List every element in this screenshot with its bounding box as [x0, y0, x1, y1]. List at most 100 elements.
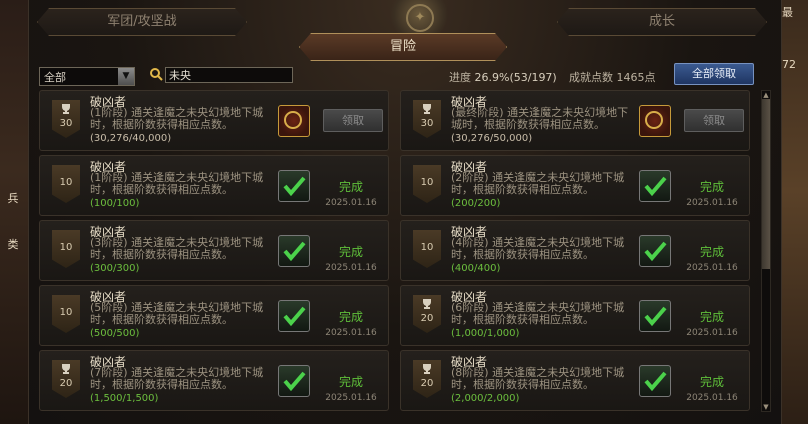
- reward-emblem-icon: [278, 105, 310, 137]
- complete-date: 2025.01.16: [686, 328, 738, 338]
- complete-date: 2025.01.16: [686, 393, 738, 403]
- badge-points: 20: [420, 378, 434, 389]
- achievement-progress: (200/200): [451, 198, 501, 209]
- achievement-progress: (300/300): [90, 263, 140, 274]
- left-edge-text: 类: [7, 238, 19, 251]
- complete-date: 2025.01.16: [325, 263, 377, 273]
- badge-points: 10: [59, 242, 73, 253]
- complete-status: 完成: [338, 180, 363, 194]
- claim-button[interactable]: 领取: [684, 109, 744, 132]
- achievement-progress: (100/100): [90, 198, 140, 209]
- achievement-card: 10 破凶者 (5阶段) 通关逢魔之未央幻境地下城时，根据阶数获得相应点数。 (500…: [39, 285, 389, 346]
- points-summary: 成就点数 1465点: [569, 69, 656, 85]
- tab-legion[interactable]: 军团/攻坚战: [37, 8, 247, 36]
- points-badge: 30: [52, 100, 80, 138]
- checkmark-icon: [278, 365, 310, 397]
- achievement-card: 30 破凶者 (1阶段) 通关逢魔之未央幻境地下城时，根据阶数获得相应点数。 (30,…: [39, 90, 389, 151]
- right-edge-text: 72: [782, 58, 796, 71]
- achievement-progress: (1,000/1,000): [451, 328, 520, 339]
- achievement-panel: ✦ 军团/攻坚战 成长 冒险 全部 ▼ 进度 26.9%(53/197) 成就点…: [28, 0, 782, 424]
- points-value: 1465点: [616, 71, 656, 84]
- achievement-progress: (400/400): [451, 263, 501, 274]
- points-badge: 20: [413, 295, 441, 333]
- achievement-description: (7阶段) 通关逢魔之未央幻境地下城时，根据阶数获得相应点数。: [90, 366, 264, 391]
- top-ornament: ✦: [384, 0, 454, 36]
- points-badge: 20: [52, 360, 80, 398]
- trophy-icon: [62, 104, 70, 114]
- achievement-description: (3阶段) 通关逢魔之未央幻境地下城时，根据阶数获得相应点数。: [90, 236, 264, 261]
- achievement-card: 10 破凶者 (3阶段) 通关逢魔之未央幻境地下城时，根据阶数获得相应点数。 (300…: [39, 220, 389, 281]
- progress-value: 26.9%(53/197): [474, 71, 557, 84]
- complete-status: 完成: [338, 245, 363, 259]
- achievement-progress: (1,500/1,500): [90, 393, 159, 404]
- scrollbar[interactable]: ▲ ▼: [761, 90, 771, 412]
- category-filter-select[interactable]: 全部 ▼: [39, 67, 135, 86]
- trophy-icon: [423, 104, 431, 114]
- complete-status: 完成: [338, 375, 363, 389]
- badge-points: 30: [59, 118, 73, 129]
- chevron-down-icon[interactable]: ▼: [118, 68, 134, 85]
- achievement-description: (1阶段) 通关逢魔之未央幻境地下城时，根据阶数获得相应点数。: [90, 171, 264, 196]
- achievement-description: (2阶段) 通关逢魔之未央幻境地下城时，根据阶数获得相应点数。: [451, 171, 625, 196]
- complete-date: 2025.01.16: [325, 393, 377, 403]
- right-edge-text: 最: [782, 6, 793, 19]
- checkmark-icon: [639, 235, 671, 267]
- achievement-card: 20 破凶者 (6阶段) 通关逢魔之未央幻境地下城时，根据阶数获得相应点数。 (1,0…: [400, 285, 750, 346]
- left-edge-background: 兵 类: [0, 0, 28, 424]
- achievement-progress: (30,276/50,000): [451, 133, 533, 144]
- achievement-list: 30 破凶者 (1阶段) 通关逢魔之未央幻境地下城时，根据阶数获得相应点数。 (30,…: [39, 90, 757, 411]
- points-badge: 10: [413, 165, 441, 203]
- badge-points: 10: [59, 307, 73, 318]
- achievement-description: (最终阶段) 通关逢魔之未央幻境地下城时，根据阶数获得相应点数。: [451, 106, 629, 131]
- complete-status: 完成: [699, 375, 724, 389]
- points-badge: 10: [52, 165, 80, 203]
- achievement-progress: (500/500): [90, 328, 140, 339]
- checkmark-icon: [639, 365, 671, 397]
- points-badge: 20: [413, 360, 441, 398]
- complete-status: 完成: [338, 310, 363, 324]
- achievement-description: (6阶段) 通关逢魔之未央幻境地下城时，根据阶数获得相应点数。: [451, 301, 625, 326]
- points-badge: 10: [52, 295, 80, 333]
- tab-growth[interactable]: 成长: [557, 8, 767, 36]
- badge-points: 20: [59, 378, 73, 389]
- points-label: 成就点数: [569, 71, 613, 84]
- claim-button[interactable]: 领取: [323, 109, 383, 132]
- complete-date: 2025.01.16: [325, 198, 377, 208]
- checkmark-icon: [639, 300, 671, 332]
- scroll-up-icon[interactable]: ▲: [762, 91, 770, 99]
- achievement-description: (5阶段) 通关逢魔之未央幻境地下城时，根据阶数获得相应点数。: [90, 301, 264, 326]
- achievement-card: 10 破凶者 (2阶段) 通关逢魔之未央幻境地下城时，根据阶数获得相应点数。 (200…: [400, 155, 750, 216]
- right-edge-background: 最 72: [780, 0, 808, 424]
- checkmark-icon: [278, 170, 310, 202]
- points-badge: 10: [413, 230, 441, 268]
- complete-status: 完成: [699, 180, 724, 194]
- complete-status: 完成: [699, 310, 724, 324]
- checkmark-icon: [639, 170, 671, 202]
- achievement-progress: (30,276/40,000): [90, 133, 172, 144]
- badge-points: 10: [59, 177, 73, 188]
- scroll-down-icon[interactable]: ▼: [762, 403, 770, 411]
- compass-emblem-icon: ✦: [406, 4, 434, 32]
- achievement-description: (8阶段) 通关逢魔之未央幻境地下城时，根据阶数获得相应点数。: [451, 366, 625, 391]
- trophy-icon: [423, 299, 431, 309]
- search-icon: [150, 68, 163, 81]
- claim-all-button[interactable]: 全部领取: [674, 63, 754, 85]
- search-input[interactable]: [165, 67, 293, 83]
- checkmark-icon: [278, 300, 310, 332]
- progress-summary: 进度 26.9%(53/197): [449, 69, 557, 85]
- achievement-card: 20 破凶者 (7阶段) 通关逢魔之未央幻境地下城时，根据阶数获得相应点数。 (1,5…: [39, 350, 389, 411]
- points-badge: 10: [52, 230, 80, 268]
- left-edge-text: 兵: [7, 192, 19, 205]
- checkmark-icon: [278, 235, 310, 267]
- badge-points: 20: [420, 313, 434, 324]
- complete-date: 2025.01.16: [325, 328, 377, 338]
- tab-adventure[interactable]: 冒险: [299, 33, 507, 61]
- filter-selected-value: 全部: [44, 71, 66, 84]
- complete-status: 完成: [699, 245, 724, 259]
- badge-points: 10: [420, 177, 434, 188]
- achievement-card: 30 破凶者 (最终阶段) 通关逢魔之未央幻境地下城时，根据阶数获得相应点数。 (30…: [400, 90, 750, 151]
- complete-date: 2025.01.16: [686, 263, 738, 273]
- achievement-card: 20 破凶者 (8阶段) 通关逢魔之未央幻境地下城时，根据阶数获得相应点数。 (2,0…: [400, 350, 750, 411]
- scroll-thumb[interactable]: [762, 99, 770, 269]
- achievement-card: 10 破凶者 (1阶段) 通关逢魔之未央幻境地下城时，根据阶数获得相应点数。 (100…: [39, 155, 389, 216]
